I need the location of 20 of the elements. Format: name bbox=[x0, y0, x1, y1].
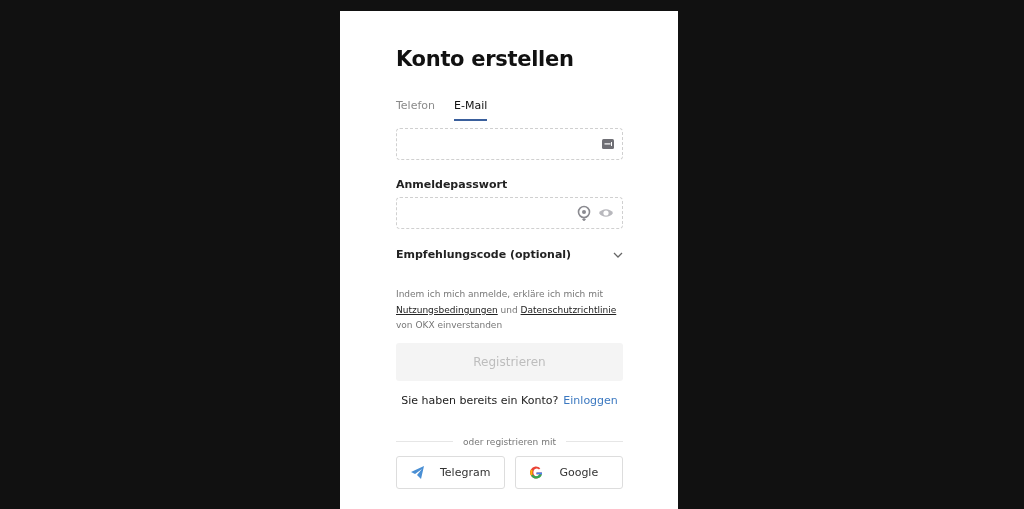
login-link[interactable]: Einloggen bbox=[563, 393, 618, 407]
login-prompt: Sie haben bereits ein Konto? bbox=[401, 393, 559, 407]
tab[interactable]: Telefon bbox=[396, 93, 435, 121]
email-field[interactable] bbox=[396, 128, 623, 160]
referral-code-toggle[interactable]: Empfehlungscode (optional) bbox=[396, 248, 572, 261]
password-field[interactable] bbox=[396, 197, 623, 229]
page-title: Konto erstellen bbox=[396, 46, 575, 73]
social-login-button[interactable]: Google bbox=[515, 455, 623, 489]
privacy-link[interactable]: Datenschutzrichtlinie bbox=[520, 304, 617, 315]
paper-plane-icon bbox=[411, 465, 424, 479]
social-login-button[interactable]: Telegram bbox=[396, 455, 506, 489]
divider-text: oder registrieren mit bbox=[463, 436, 556, 447]
field-label: Anmeldepasswort bbox=[396, 178, 509, 191]
terms-text: Indem ich mich anmelde, erkläre ich mich mit Nutzungsbedingungen und Datenschutzrichtlinie von OKX einverstanden bbox=[396, 288, 618, 332]
eye-icon bbox=[598, 206, 614, 220]
key-generator-icon bbox=[577, 205, 591, 221]
google-icon bbox=[530, 465, 544, 479]
tab[interactable]: E-Mail bbox=[454, 93, 488, 121]
keyboard-icon bbox=[602, 139, 614, 149]
terms-link[interactable]: Nutzungsbedingungen bbox=[396, 304, 498, 315]
